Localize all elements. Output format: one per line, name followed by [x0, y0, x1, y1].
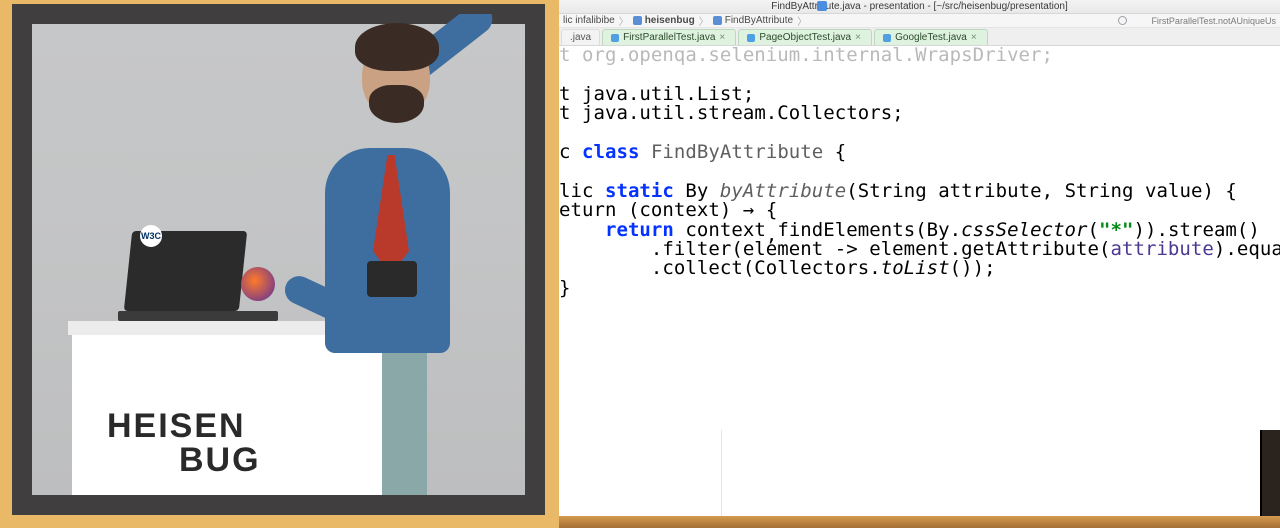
code-m-sig: (String attribute, String value) {: [846, 180, 1237, 202]
close-icon[interactable]: ×: [719, 34, 727, 42]
code-tail: }: [559, 277, 571, 299]
crumb-sep-icon: 〉: [797, 13, 807, 28]
code-cls-name: FindByAttribute: [651, 141, 823, 163]
code-import2b: java.util.stream.Collectors;: [582, 102, 904, 124]
crumb-sep-icon: 〉: [619, 13, 629, 28]
code-b2-b: ).equals(: [1214, 238, 1280, 260]
code-b3-b: ());: [950, 257, 996, 279]
speaker: [277, 33, 447, 353]
w3c-sticker-icon: W3C: [140, 225, 162, 247]
crumb-1[interactable]: heisenbug: [645, 15, 695, 26]
java-icon: [611, 34, 619, 42]
tab-label: FirstParallelTest.java: [623, 32, 715, 43]
target-icon[interactable]: [1118, 16, 1127, 25]
code-b1-comma: ,: [766, 224, 778, 246]
tab-label: .java: [570, 32, 591, 43]
ide-tool-window[interactable]: [559, 430, 1260, 516]
laptop-base: [118, 311, 278, 321]
code-cls-a: c: [559, 141, 582, 163]
window-title: FindByAttribute.java - presentation - [~…: [771, 1, 1068, 12]
conference-logo-line2: BUG: [107, 443, 261, 477]
java-file-icon: [817, 1, 827, 11]
ide-titlebar: FindByAttribute.java - presentation - [~…: [559, 0, 1280, 14]
photo-backdrop: W3C HEISEN BUG: [32, 24, 525, 495]
speaker-beard: [369, 85, 424, 123]
crumb-2[interactable]: FindByAttribute: [725, 15, 793, 26]
code-cls-b: {: [823, 141, 846, 163]
tab-label: GoogleTest.java: [895, 32, 967, 43]
java-icon: [883, 34, 891, 42]
code-editor[interactable]: t org.openqa.selenium.internal.WrapsDriv…: [559, 46, 1280, 430]
conference-logo: HEISEN BUG: [107, 409, 261, 477]
java-icon: [747, 34, 755, 42]
tab-firstparalleltest[interactable]: FirstParallelTest.java ×: [602, 29, 736, 45]
ide-window: FindByAttribute.java - presentation - [~…: [559, 0, 1280, 430]
conference-photo: W3C HEISEN BUG: [12, 4, 545, 515]
run-config-label[interactable]: FirstParallelTest.notAUniqueUs: [1151, 16, 1276, 26]
desktop-dock-strip: [559, 516, 1280, 528]
tab-java[interactable]: .java: [561, 29, 600, 45]
tab-pageobjecttest[interactable]: PageObjectTest.java ×: [738, 29, 872, 45]
close-icon[interactable]: ×: [971, 34, 979, 42]
crumb-0[interactable]: lic infalibibe: [563, 15, 615, 26]
class-icon: [713, 16, 722, 25]
code-b3-m: toList: [881, 257, 950, 279]
code-import0: t org.openqa.selenium.internal.WrapsDriv…: [559, 46, 1053, 66]
code-import2a: t: [559, 102, 582, 124]
tab-googletest[interactable]: GoogleTest.java ×: [874, 29, 988, 45]
preview-thumbnail: [1260, 430, 1280, 516]
firefox-sticker-icon: [241, 267, 275, 301]
tab-label: PageObjectTest.java: [759, 32, 851, 43]
code-b2-p1: attribute: [1110, 238, 1213, 260]
code-cls-kw: class: [582, 141, 639, 163]
crumb-sep-icon: 〉: [699, 13, 709, 28]
folder-icon: [633, 16, 642, 25]
breadcrumb-bar: lic infalibibe 〉 heisenbug 〉 FindByAttri…: [559, 14, 1280, 28]
badge: [367, 261, 417, 297]
code-b3-a: .collect(Collectors.: [559, 257, 881, 279]
editor-tabs: .java FirstParallelTest.java × PageObjec…: [559, 28, 1280, 46]
speaker-hair: [355, 23, 439, 71]
conference-logo-line1: HEISEN: [107, 407, 246, 445]
code-cls-sp: [639, 141, 651, 163]
close-icon[interactable]: ×: [855, 34, 863, 42]
